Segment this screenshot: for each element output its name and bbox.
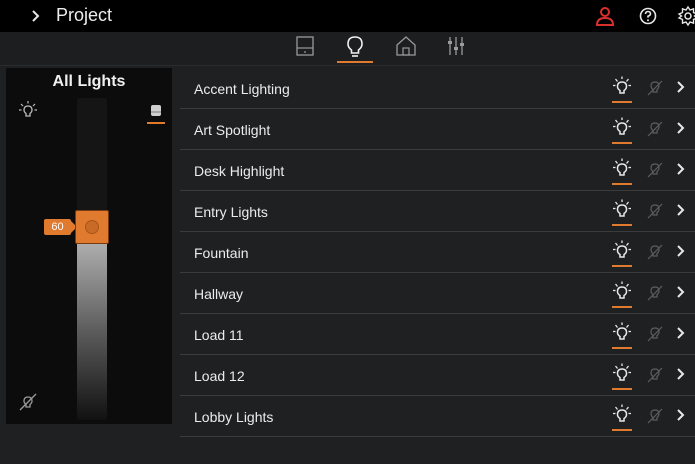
light-row[interactable]: Art Spotlight bbox=[180, 109, 695, 150]
light-off-icon[interactable] bbox=[647, 79, 663, 97]
light-row[interactable]: Lobby Lights bbox=[180, 396, 695, 437]
lightbulb-icon bbox=[347, 36, 363, 57]
all-on-icon[interactable] bbox=[18, 100, 38, 120]
slider-thumb-knob bbox=[85, 220, 99, 234]
expand-chevron-icon[interactable] bbox=[29, 7, 43, 25]
light-name: Entry Lights bbox=[194, 204, 268, 220]
all-lights-slider-fill bbox=[77, 227, 107, 420]
chevron-right-icon[interactable] bbox=[674, 243, 686, 259]
tab-lights[interactable] bbox=[337, 32, 373, 66]
light-on-icon[interactable] bbox=[612, 117, 632, 139]
light-on-icon[interactable] bbox=[612, 76, 632, 98]
help-icon[interactable] bbox=[637, 5, 659, 27]
light-row[interactable]: Hallway bbox=[180, 273, 695, 314]
light-off-icon[interactable] bbox=[647, 161, 663, 179]
light-name: Accent Lighting bbox=[194, 81, 290, 97]
light-name: Desk Highlight bbox=[194, 163, 285, 179]
light-row[interactable]: Load 11 bbox=[180, 314, 695, 355]
light-on-icon[interactable] bbox=[612, 404, 632, 426]
light-on-icon[interactable] bbox=[612, 240, 632, 262]
light-on-indicator bbox=[612, 265, 632, 267]
all-lights-panel: All Lights 60 bbox=[6, 68, 172, 424]
light-row[interactable]: Desk Highlight bbox=[180, 150, 695, 191]
light-name: Fountain bbox=[194, 245, 249, 261]
chevron-right-icon[interactable] bbox=[674, 366, 686, 382]
tab-controls[interactable] bbox=[437, 32, 473, 66]
lights-list: Accent Lighting Art Spotlight Desk Highlig… bbox=[180, 68, 695, 437]
light-row[interactable]: Fountain bbox=[180, 232, 695, 273]
chevron-right-icon[interactable] bbox=[674, 325, 686, 341]
user-alert-icon[interactable] bbox=[594, 5, 616, 27]
light-row[interactable]: Accent Lighting bbox=[180, 68, 695, 109]
chevron-right-icon[interactable] bbox=[674, 407, 686, 423]
all-lights-slider-thumb[interactable] bbox=[75, 210, 109, 244]
light-off-icon[interactable] bbox=[647, 407, 663, 425]
tab-bar bbox=[0, 32, 695, 66]
chevron-right-icon[interactable] bbox=[674, 202, 686, 218]
light-on-indicator bbox=[612, 347, 632, 349]
light-on-icon[interactable] bbox=[612, 363, 632, 385]
light-on-icon[interactable] bbox=[612, 199, 632, 221]
light-on-indicator bbox=[612, 429, 632, 431]
house-icon bbox=[396, 36, 416, 56]
light-on-icon[interactable] bbox=[612, 322, 632, 344]
chevron-right-icon[interactable] bbox=[674, 79, 686, 95]
light-name: Hallway bbox=[194, 286, 244, 302]
light-on-icon[interactable] bbox=[612, 158, 632, 180]
light-on-indicator bbox=[612, 388, 632, 390]
sliders-icon bbox=[448, 37, 464, 55]
light-on-icon[interactable] bbox=[612, 281, 632, 303]
top-bar: Project bbox=[0, 0, 695, 32]
chevron-right-icon[interactable] bbox=[674, 120, 686, 136]
light-name: Lobby Lights bbox=[194, 409, 274, 425]
active-tab-indicator bbox=[337, 61, 373, 63]
lamp-icon[interactable] bbox=[146, 104, 166, 124]
chevron-right-icon[interactable] bbox=[674, 161, 686, 177]
settings-gear-icon[interactable] bbox=[677, 5, 695, 27]
all-lights-title: All Lights bbox=[52, 73, 126, 90]
light-on-indicator bbox=[612, 224, 632, 226]
light-off-icon[interactable] bbox=[647, 243, 663, 261]
light-off-icon[interactable] bbox=[647, 325, 663, 343]
chevron-right-icon[interactable] bbox=[674, 284, 686, 300]
light-off-icon[interactable] bbox=[647, 120, 663, 138]
light-off-icon[interactable] bbox=[647, 202, 663, 220]
light-row[interactable]: Entry Lights bbox=[180, 191, 695, 232]
light-name: Load 11 bbox=[194, 327, 244, 343]
light-off-icon[interactable] bbox=[647, 366, 663, 384]
tab-keypad[interactable] bbox=[287, 32, 323, 66]
light-row[interactable]: Load 12 bbox=[180, 355, 695, 396]
light-name: Art Spotlight bbox=[194, 122, 271, 138]
keypad-icon bbox=[296, 36, 314, 56]
light-on-indicator bbox=[612, 183, 632, 185]
all-lights-slider-track[interactable] bbox=[77, 98, 107, 420]
light-on-indicator bbox=[612, 306, 632, 308]
all-off-icon[interactable] bbox=[18, 392, 38, 412]
project-title: Project bbox=[56, 5, 113, 25]
light-off-icon[interactable] bbox=[647, 284, 663, 302]
light-name: Load 12 bbox=[194, 368, 245, 384]
level-value-badge: 60 bbox=[44, 219, 77, 235]
light-on-indicator bbox=[612, 101, 632, 103]
light-on-indicator bbox=[612, 142, 632, 144]
tab-rooms[interactable] bbox=[387, 32, 423, 66]
